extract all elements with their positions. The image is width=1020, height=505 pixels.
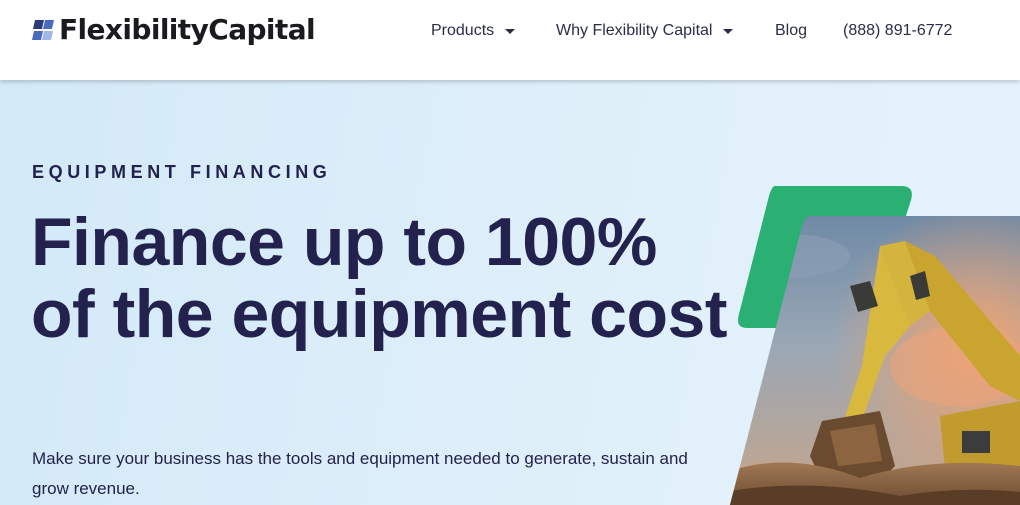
main-nav: Products Why Flexibility Capital Blog (8… — [0, 19, 1020, 43]
chevron-down-icon — [723, 29, 734, 34]
nav-phone-link[interactable]: (888) 891-6772 — [843, 22, 952, 40]
hero-eyebrow: EQUIPMENT FINANCING — [32, 162, 332, 182]
site-header: FlexibilityCapital Products Why Flexibil… — [0, 0, 1020, 80]
hero-headline: Finance up to 100% of the equipment cost — [31, 204, 727, 352]
nav-phone-label: (888) 891-6772 — [843, 22, 953, 39]
nav-why-flexibility-capital[interactable]: Why Flexibility Capital — [556, 22, 734, 40]
nav-blog-label: Blog — [775, 22, 808, 39]
hero-subtext: Make sure your business has the tools an… — [32, 449, 688, 498]
excavator-photo — [730, 216, 1020, 505]
nav-products-label: Products — [431, 22, 495, 39]
nav-why-label: Why Flexibility Capital — [556, 22, 713, 39]
nav-products[interactable]: Products — [431, 22, 516, 40]
hero-section: EQUIPMENT FINANCING Finance up to 100% o… — [0, 80, 1020, 505]
chevron-down-icon — [505, 29, 516, 34]
nav-blog[interactable]: Blog — [775, 22, 807, 40]
